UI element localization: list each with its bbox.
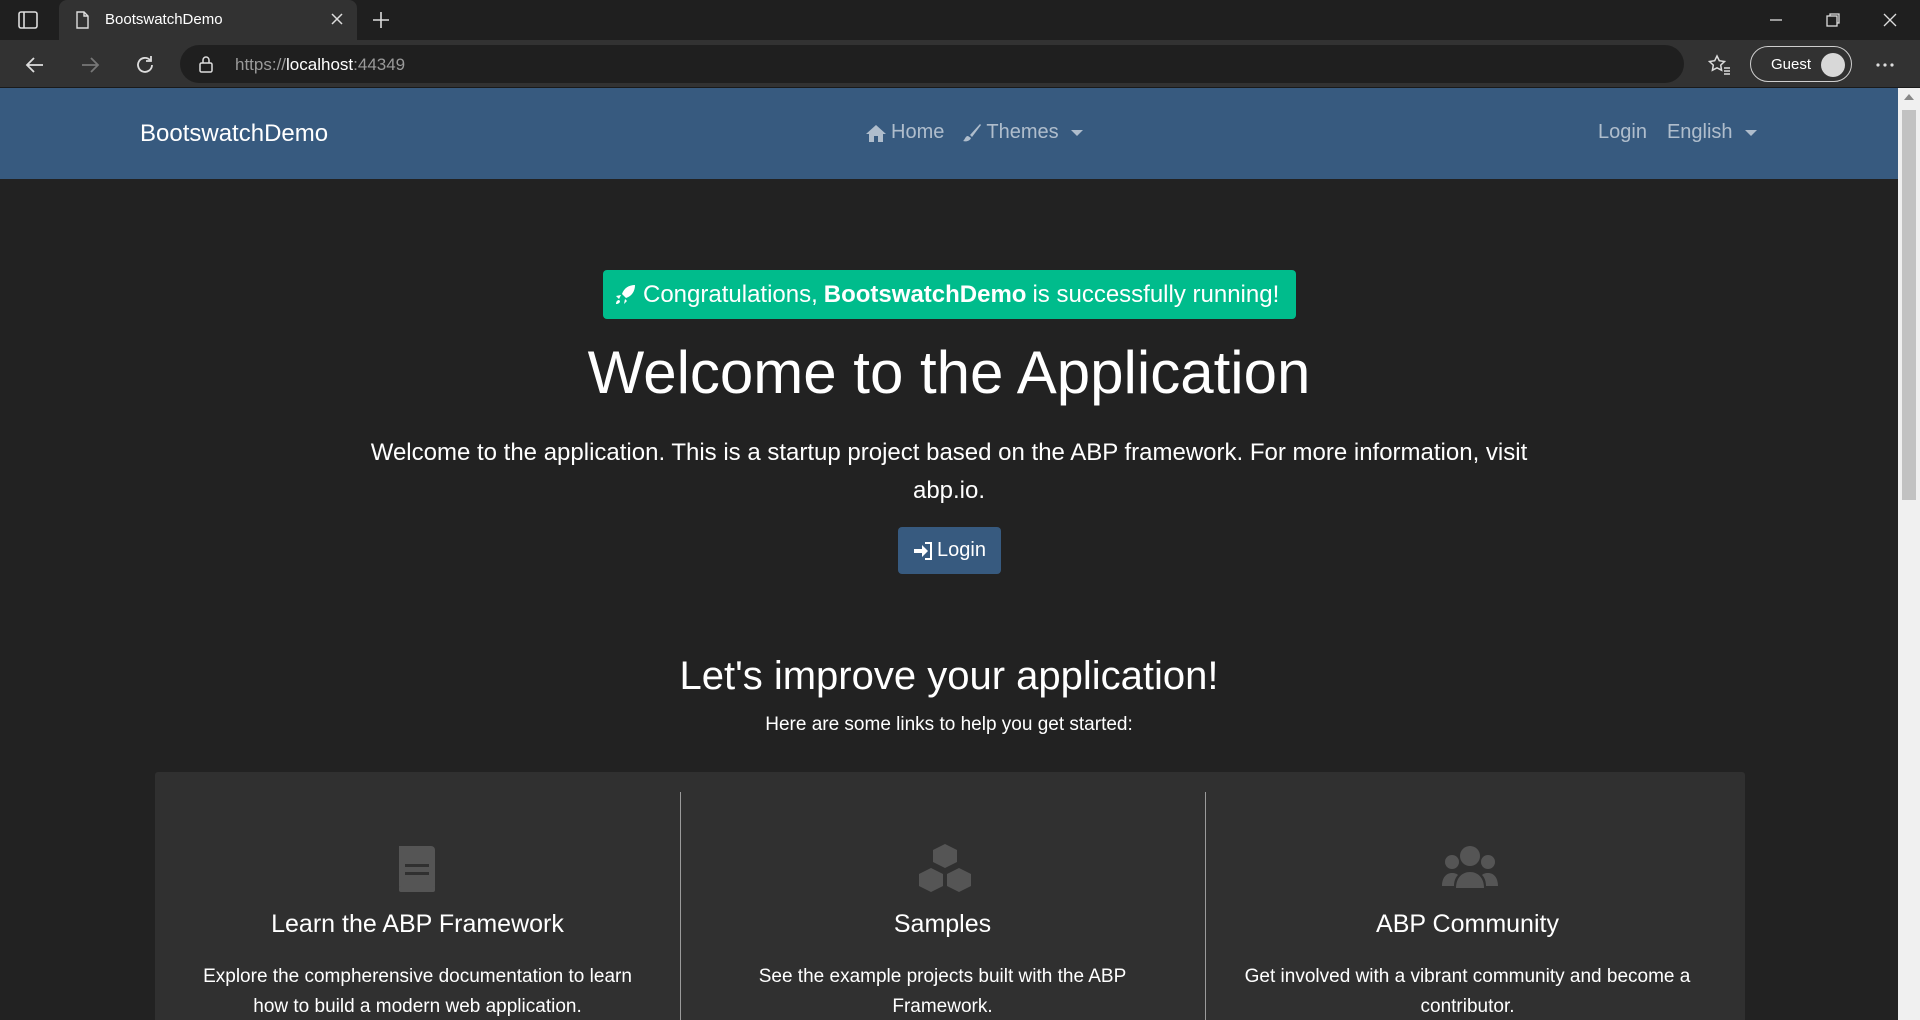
page-icon bbox=[76, 11, 89, 29]
tab-title: BootswatchDemo bbox=[105, 11, 223, 28]
card-learn-abp[interactable]: Learn the ABP Framework Explore the comp… bbox=[155, 792, 680, 1020]
nav-themes-dropdown[interactable]: Themes bbox=[962, 121, 1083, 144]
book-icon bbox=[399, 846, 435, 892]
language-dropdown[interactable]: English bbox=[1667, 121, 1757, 144]
page-title: Welcome to the Application bbox=[587, 339, 1311, 406]
home-icon bbox=[866, 124, 886, 142]
links-card: Learn the ABP Framework Explore the comp… bbox=[155, 772, 1745, 1020]
scrollbar-thumb[interactable] bbox=[1902, 110, 1916, 500]
paint-brush-icon bbox=[963, 123, 982, 141]
users-icon bbox=[1442, 846, 1498, 888]
card-divider bbox=[1205, 792, 1206, 1020]
hero-description: Welcome to the application. This is a st… bbox=[370, 439, 1528, 504]
alert-prefix: Congratulations, bbox=[643, 280, 818, 308]
avatar bbox=[1821, 53, 1845, 77]
nav-home[interactable]: Home bbox=[865, 121, 944, 144]
card-samples[interactable]: Samples See the example projects built w… bbox=[680, 792, 1205, 1020]
language-label: English bbox=[1666, 121, 1733, 143]
card-community[interactable]: ABP Community Get involved with a vibran… bbox=[1205, 792, 1730, 1020]
sign-in-icon bbox=[914, 541, 933, 560]
more-icon[interactable] bbox=[1872, 52, 1898, 78]
minimize-icon[interactable] bbox=[1764, 8, 1788, 32]
restore-icon[interactable] bbox=[1821, 8, 1845, 32]
browser-toolbar: https://localhost:44349 Guest bbox=[0, 40, 1920, 88]
lock-icon[interactable] bbox=[198, 55, 214, 73]
profile-button[interactable]: Guest bbox=[1750, 46, 1852, 82]
card-title: Samples bbox=[893, 910, 992, 938]
user-menu: Login English bbox=[1598, 121, 1757, 144]
login-button[interactable]: Login bbox=[898, 527, 1001, 574]
address-bar[interactable]: https://localhost:44349 bbox=[180, 45, 1684, 83]
profile-label: Guest bbox=[1771, 56, 1812, 73]
card-title: ABP Community bbox=[1376, 910, 1559, 938]
main-navbar: BootswatchDemo Home Themes Login English bbox=[0, 88, 1898, 179]
card-text: Get involved with a vibrant community an… bbox=[1244, 966, 1691, 1017]
nav-login-link[interactable]: Login bbox=[1598, 121, 1647, 144]
alert-suffix: is successfully running! bbox=[1032, 280, 1280, 308]
page-viewport: BootswatchDemo Home Themes Login English… bbox=[0, 88, 1898, 1020]
cubes-icon bbox=[919, 844, 971, 892]
tab-actions-icon[interactable] bbox=[17, 10, 39, 30]
card-text: Explore the compherensive documentation … bbox=[203, 966, 632, 1017]
back-icon[interactable] bbox=[22, 52, 48, 78]
close-window-icon[interactable] bbox=[1878, 8, 1902, 32]
close-tab-icon[interactable] bbox=[329, 11, 345, 27]
login-button-label: Login bbox=[937, 539, 986, 561]
url-text[interactable]: https://localhost:44349 bbox=[235, 55, 405, 75]
nav-themes-label: Themes bbox=[986, 121, 1059, 143]
chevron-down-icon bbox=[1744, 129, 1757, 136]
success-alert: Congratulations, BootswatchDemo is succe… bbox=[603, 270, 1296, 319]
card-divider bbox=[680, 792, 681, 1020]
chevron-down-icon bbox=[1070, 129, 1083, 136]
alert-app-name: BootswatchDemo bbox=[823, 280, 1027, 308]
favorites-icon[interactable] bbox=[1706, 52, 1732, 78]
rocket-icon bbox=[616, 284, 635, 304]
browser-tab-bar: BootswatchDemo bbox=[0, 0, 1920, 40]
main-menu: Home Themes bbox=[865, 121, 1083, 144]
brand-link[interactable]: BootswatchDemo bbox=[140, 120, 328, 148]
card-text: See the example projects built with the … bbox=[758, 966, 1127, 1017]
card-title: Learn the ABP Framework bbox=[271, 910, 564, 938]
refresh-icon[interactable] bbox=[132, 52, 158, 78]
scroll-up-icon[interactable] bbox=[1904, 94, 1914, 100]
section-title: Let's improve your application! bbox=[679, 654, 1219, 698]
nav-home-label: Home bbox=[891, 121, 945, 143]
new-tab-icon[interactable] bbox=[370, 9, 392, 31]
forward-icon[interactable] bbox=[77, 52, 103, 78]
section-subtitle: Here are some links to help you get star… bbox=[765, 714, 1133, 735]
browser-tab[interactable]: BootswatchDemo bbox=[59, 0, 357, 40]
page-scrollbar[interactable] bbox=[1898, 88, 1920, 1020]
